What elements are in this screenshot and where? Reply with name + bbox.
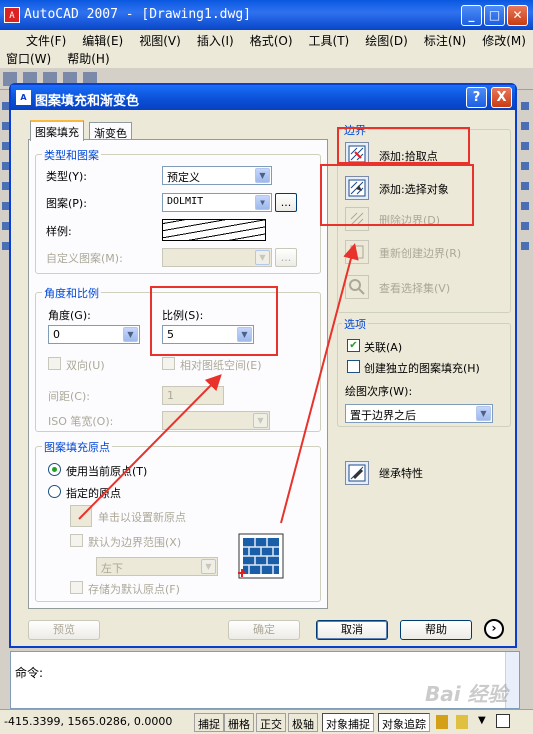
ortho-toggle[interactable]: 正交 <box>256 713 286 732</box>
modify-tool-icon[interactable] <box>521 202 529 210</box>
modify-tool-icon[interactable] <box>521 222 529 230</box>
more-options-button[interactable]: › <box>484 619 504 639</box>
menu-help[interactable]: 帮助(H) <box>67 52 109 66</box>
arrow-to-boundary <box>280 243 359 524</box>
preview-button[interactable]: 预览 <box>28 620 100 640</box>
snap-toggle[interactable]: 捕捉 <box>194 713 224 732</box>
menu-modify[interactable]: 修改(M) <box>482 34 526 48</box>
menu-view[interactable]: 视图(V) <box>139 34 181 48</box>
cancel-button[interactable]: 取消 <box>316 620 388 640</box>
menu-window[interactable]: 窗口(W) <box>6 52 51 66</box>
maximize-button[interactable]: □ <box>484 5 505 26</box>
menu-insert[interactable]: 插入(I) <box>197 34 234 48</box>
autocad-app-icon[interactable]: A <box>4 7 20 23</box>
menu-tools[interactable]: 工具(T) <box>309 34 350 48</box>
annotation-arrows <box>78 243 359 524</box>
menu-file[interactable]: 文件(F) <box>26 34 66 48</box>
otrack-toggle[interactable]: 对象追踪 <box>378 713 430 732</box>
arrow-to-scale <box>78 374 222 520</box>
help-button[interactable]: 帮助 <box>400 620 472 640</box>
command-prompt: 命令: <box>15 666 44 680</box>
chevron-down-icon[interactable]: ▼ <box>478 715 486 726</box>
modify-tool-icon[interactable] <box>521 122 529 130</box>
menu-draw[interactable]: 绘图(D) <box>365 34 408 48</box>
baidu-watermark: Bai 经验 <box>425 682 508 706</box>
coordinate-readout: -415.3399, 1565.0286, 0.0000 <box>4 715 173 728</box>
menu-format[interactable]: 格式(O) <box>250 34 293 48</box>
polar-toggle[interactable]: 极轴 <box>288 713 318 732</box>
modify-tool-icon[interactable] <box>521 142 529 150</box>
menu-bar: 文件(F) 编辑(E) 视图(V) 插入(I) 格式(O) 工具(T) 绘图(D) 标注(N)… <box>0 30 533 68</box>
modify-toolbar <box>519 90 533 650</box>
menu-row-1: 文件(F) 编辑(E) 视图(V) 插入(I) 格式(O) 工具(T) 绘图(D) 标注(N)… <box>6 32 533 50</box>
hatch-dialog: A 图案填充和渐变色 ? X 图案填充 渐变色 类型和图案 类型(Y): 预定义… <box>9 83 517 648</box>
modify-tool-icon[interactable] <box>521 102 529 110</box>
status-bar: -415.3399, 1565.0286, 0.0000 捕捉 栅格 正交 极轴… <box>0 709 533 734</box>
modify-tool-icon[interactable] <box>521 162 529 170</box>
tray-settings-icon[interactable] <box>456 715 468 729</box>
osnap-toggle[interactable]: 对象捕捉 <box>322 713 374 732</box>
grid-toggle[interactable]: 栅格 <box>224 713 254 732</box>
ok-button[interactable]: 确定 <box>228 620 300 640</box>
menu-edit[interactable]: 编辑(E) <box>82 34 123 48</box>
tab-hatch[interactable]: 图案填充 <box>30 120 84 141</box>
minimize-button[interactable]: _ <box>461 5 482 26</box>
close-button[interactable]: ✕ <box>507 5 528 26</box>
modify-tool-icon[interactable] <box>521 242 529 250</box>
app-title: AutoCAD 2007 - [Drawing1.dwg] <box>24 7 251 22</box>
app-titlebar: A AutoCAD 2007 - [Drawing1.dwg] _ □ ✕ <box>0 0 533 30</box>
menu-dimension[interactable]: 标注(N) <box>424 34 466 48</box>
clean-screen-icon[interactable] <box>496 714 510 728</box>
modify-tool-icon[interactable] <box>521 182 529 190</box>
lock-icon[interactable] <box>436 715 448 729</box>
menu-row-2: 窗口(W) 帮助(H) <box>6 50 126 68</box>
